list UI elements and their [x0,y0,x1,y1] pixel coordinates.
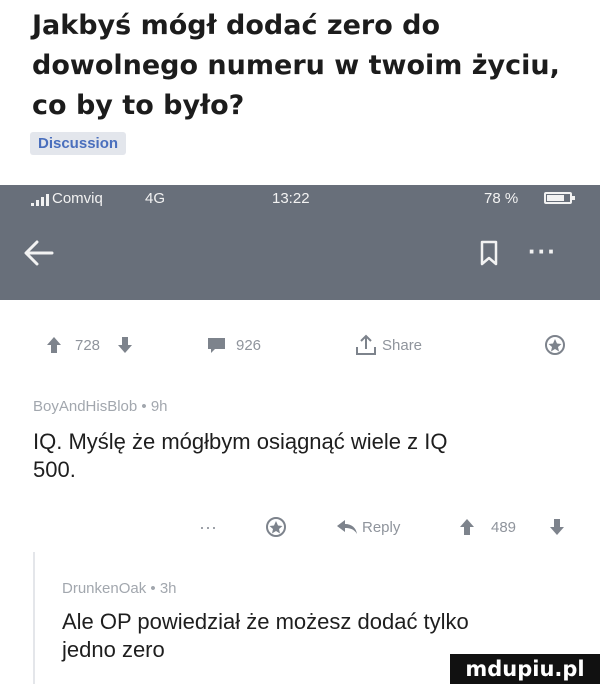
comment-downvote-button[interactable] [549,512,565,542]
watermark-logo: mdupiu.pl [450,654,600,684]
signal-icon [31,194,53,206]
bookmark-icon[interactable] [479,240,499,266]
back-arrow-icon[interactable] [24,240,54,266]
downvote-button[interactable] [117,330,133,360]
comment-count: 926 [236,336,262,354]
status-bar: Comviq 4G 13:22 78 % [0,185,600,212]
carrier-label: Comviq [52,190,103,207]
battery-nub [572,196,575,200]
clock: 13:22 [272,190,310,207]
battery-percent: 78 % [484,190,519,207]
comment-vote-count: 489 [491,518,517,536]
downvote-arrow-icon [118,337,132,353]
upvote-button[interactable] [46,330,62,360]
reply-arrow-icon [337,520,357,534]
comment-text: IQ. Myślę że mógłbym osiągnąć wiele z IQ… [33,429,448,482]
comment-award-button[interactable] [265,512,287,542]
battery-fill [547,195,564,201]
post-flair[interactable]: Discussion [30,132,127,155]
nav-bar: ··· [0,212,600,300]
comment-upvote-button[interactable] [459,512,475,542]
downvote-arrow-icon [550,519,564,535]
reply-text: Ale OP powiedział że możesz dodać tylko … [62,609,469,662]
comment-more-button[interactable]: ··· [199,512,217,542]
reply-author[interactable]: DrunkenOak • 3h [62,580,177,597]
upvote-count: 728 [75,336,101,354]
thread-line [33,552,35,684]
share-icon [356,334,376,355]
post-title: Jakbyś mógł dodać zero do dowolnego nume… [32,10,560,121]
share-label: Share [382,336,423,354]
reply-label: Reply [362,518,401,536]
award-icon [266,517,286,537]
award-icon [545,335,565,355]
comment-bubble-icon [208,337,225,353]
award-button[interactable] [544,330,566,360]
upvote-arrow-icon [47,337,61,353]
reply-button[interactable]: Reply [336,512,400,542]
more-icon[interactable]: ··· [528,236,557,267]
share-button[interactable]: Share [354,330,422,360]
comment-author[interactable]: BoyAndHisBlob • 9h [33,398,168,415]
battery-icon [544,192,575,204]
upvote-arrow-icon [460,519,474,535]
network-label: 4G [145,190,166,207]
comments-button[interactable] [207,330,226,360]
